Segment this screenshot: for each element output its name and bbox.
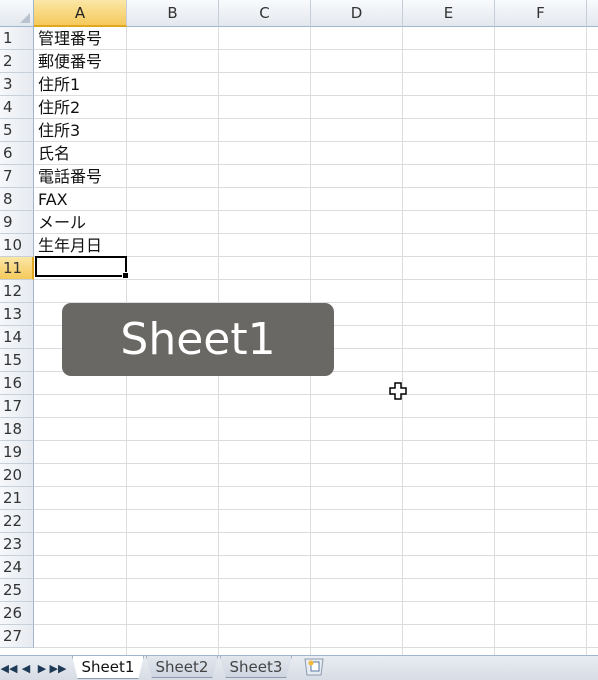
gridline-horizontal bbox=[34, 210, 598, 211]
tab-sheet2[interactable]: Sheet2 bbox=[146, 656, 218, 678]
gridline-horizontal bbox=[34, 555, 598, 556]
gridline-vertical bbox=[586, 27, 587, 655]
last-sheet-button[interactable]: ▶▶ bbox=[50, 660, 67, 676]
cell-a6[interactable]: 氏名 bbox=[38, 142, 70, 165]
gridline-horizontal bbox=[34, 624, 598, 625]
row-header-23[interactable]: 23 bbox=[0, 533, 34, 556]
gridline-horizontal bbox=[34, 394, 598, 395]
column-header-b[interactable]: B bbox=[127, 0, 219, 27]
gridline-vertical bbox=[494, 27, 495, 655]
prev-sheet-button[interactable]: ◀ bbox=[20, 660, 32, 676]
cell-a10[interactable]: 生年月日 bbox=[38, 234, 102, 257]
active-cell-a11[interactable] bbox=[35, 256, 129, 279]
tab-sheet3[interactable]: Sheet3 bbox=[220, 656, 292, 678]
column-header-f[interactable]: F bbox=[495, 0, 587, 27]
first-sheet-button[interactable]: ◀◀ bbox=[1, 660, 18, 676]
row-header-7[interactable]: 7 bbox=[0, 165, 34, 188]
row-header-5[interactable]: 5 bbox=[0, 119, 34, 142]
gridline-horizontal bbox=[34, 578, 598, 579]
gridline-horizontal bbox=[34, 141, 598, 142]
tab-sheet1[interactable]: Sheet1 bbox=[72, 656, 144, 679]
row-header-24[interactable]: 24 bbox=[0, 556, 34, 579]
row-header-6[interactable]: 6 bbox=[0, 142, 34, 165]
row-header-8[interactable]: 8 bbox=[0, 188, 34, 211]
row-header-22[interactable]: 22 bbox=[0, 510, 34, 533]
row-header-27[interactable]: 27 bbox=[0, 625, 34, 648]
gridline-horizontal bbox=[34, 417, 598, 418]
next-sheet-button[interactable]: ▶ bbox=[36, 660, 48, 676]
row-header-19[interactable]: 19 bbox=[0, 441, 34, 464]
cell-a5[interactable]: 住所3 bbox=[38, 119, 80, 142]
column-header-partial[interactable] bbox=[587, 0, 598, 27]
gridline-horizontal bbox=[34, 463, 598, 464]
gridline-horizontal bbox=[34, 187, 598, 188]
row-header-17[interactable]: 17 bbox=[0, 395, 34, 418]
row-header-12[interactable]: 12 bbox=[0, 280, 34, 303]
row-header-9[interactable]: 9 bbox=[0, 211, 34, 234]
cell-a3[interactable]: 住所1 bbox=[38, 73, 80, 96]
gridline-horizontal bbox=[34, 647, 598, 648]
gridline-horizontal bbox=[34, 233, 598, 234]
gridline-horizontal bbox=[34, 164, 598, 165]
gridline-horizontal bbox=[34, 601, 598, 602]
row-header-14[interactable]: 14 bbox=[0, 326, 34, 349]
row-header-10[interactable]: 10 bbox=[0, 234, 34, 257]
gridline-horizontal bbox=[34, 72, 598, 73]
row-header-25[interactable]: 25 bbox=[0, 579, 34, 602]
row-header-1[interactable]: 1 bbox=[0, 27, 34, 50]
insert-sheet-icon[interactable] bbox=[303, 658, 325, 676]
column-header-a[interactable]: A bbox=[34, 0, 127, 27]
column-header-d[interactable]: D bbox=[311, 0, 403, 27]
cell-a1[interactable]: 管理番号 bbox=[38, 27, 102, 50]
cross-cursor-icon bbox=[389, 382, 407, 400]
cell-a9[interactable]: メール bbox=[38, 211, 86, 234]
row-header-3[interactable]: 3 bbox=[0, 73, 34, 96]
gridline-horizontal bbox=[34, 440, 598, 441]
spreadsheet-grid[interactable]: A B C D E F 1 2 3 4 5 6 7 8 9 10 11 12 1… bbox=[0, 0, 598, 655]
row-header-13[interactable]: 13 bbox=[0, 303, 34, 326]
row-header-2[interactable]: 2 bbox=[0, 50, 34, 73]
row-header-15[interactable]: 15 bbox=[0, 349, 34, 372]
gridline-horizontal bbox=[34, 509, 598, 510]
row-header-18[interactable]: 18 bbox=[0, 418, 34, 441]
gridline-horizontal bbox=[34, 486, 598, 487]
cell-a4[interactable]: 住所2 bbox=[38, 96, 80, 119]
column-header-c[interactable]: C bbox=[219, 0, 311, 27]
column-header-e[interactable]: E bbox=[403, 0, 495, 27]
sheet-name-overlay: Sheet1 bbox=[62, 303, 334, 376]
gridline-horizontal bbox=[34, 49, 598, 50]
gridline-horizontal bbox=[34, 532, 598, 533]
cell-a2[interactable]: 郵便番号 bbox=[38, 50, 102, 73]
row-header-4[interactable]: 4 bbox=[0, 96, 34, 119]
row-header-26[interactable]: 26 bbox=[0, 602, 34, 625]
select-all-triangle-icon bbox=[20, 13, 30, 23]
sheet-tab-bar: ◀◀ ◀ ▶ ▶▶ Sheet1 Sheet2 Sheet3 bbox=[0, 655, 598, 680]
gridline-vertical bbox=[402, 27, 403, 655]
gridline-horizontal bbox=[34, 95, 598, 96]
row-header-16[interactable]: 16 bbox=[0, 372, 34, 395]
row-header-21[interactable]: 21 bbox=[0, 487, 34, 510]
cell-a7[interactable]: 電話番号 bbox=[38, 165, 102, 188]
row-header-11[interactable]: 11 bbox=[0, 257, 34, 280]
select-all-corner[interactable] bbox=[0, 0, 34, 27]
gridline-horizontal bbox=[34, 118, 598, 119]
gridline-horizontal bbox=[34, 279, 598, 280]
fill-handle[interactable] bbox=[122, 272, 129, 279]
row-header-20[interactable]: 20 bbox=[0, 464, 34, 487]
cell-a8[interactable]: FAX bbox=[38, 188, 68, 211]
